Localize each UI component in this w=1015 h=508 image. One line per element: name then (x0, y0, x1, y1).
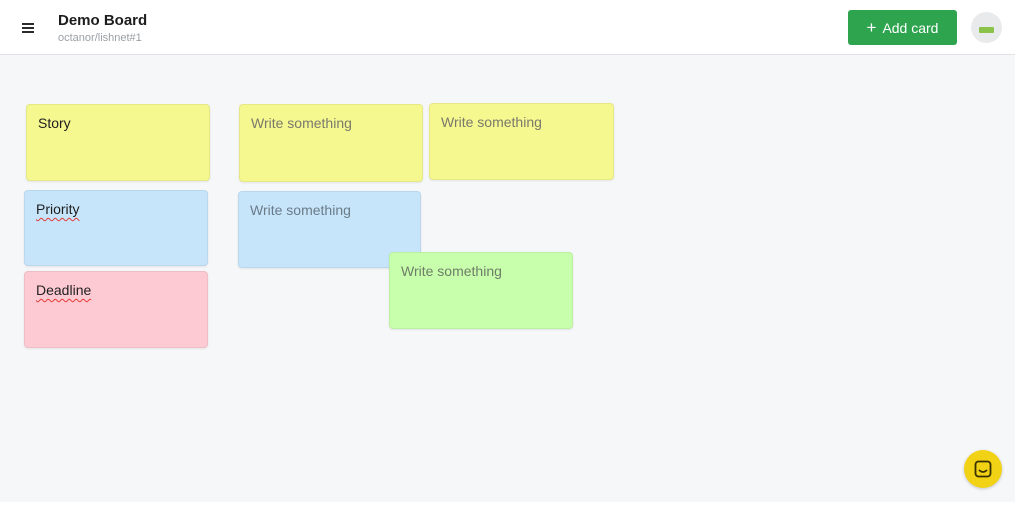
top-bar: Demo Board octanor/lishnet#1 + Add card (0, 0, 1015, 55)
plus-icon: + (866, 17, 877, 37)
board-title: Demo Board (58, 12, 148, 29)
avatar-icon (979, 27, 994, 33)
bottom-strip (0, 502, 1015, 508)
card-placeholder[interactable]: Write something (401, 263, 561, 279)
add-card-label: Add card (882, 19, 939, 36)
chat-button[interactable] (964, 450, 1002, 488)
card-note[interactable]: Write something (389, 252, 573, 329)
card-placeholder[interactable]: Write something (251, 115, 411, 131)
hamburger-menu-icon[interactable] (17, 17, 39, 39)
board-path: octanor/lishnet#1 (58, 32, 142, 44)
card-story[interactable]: Story (26, 104, 210, 181)
add-card-button[interactable]: + Add card (848, 10, 957, 45)
card-placeholder[interactable]: Write something (250, 202, 409, 218)
card-note[interactable]: Write something (239, 104, 423, 182)
card-placeholder[interactable]: Write something (441, 114, 602, 130)
avatar[interactable] (971, 12, 1002, 43)
chat-icon (974, 460, 992, 478)
card-note[interactable]: Write something (429, 103, 614, 180)
card-priority[interactable]: Priority (24, 190, 208, 266)
card-text[interactable]: Story (38, 115, 198, 131)
card-deadline[interactable]: Deadline (24, 271, 208, 348)
card-text[interactable]: Deadline (36, 282, 196, 298)
card-text[interactable]: Priority (36, 201, 196, 217)
